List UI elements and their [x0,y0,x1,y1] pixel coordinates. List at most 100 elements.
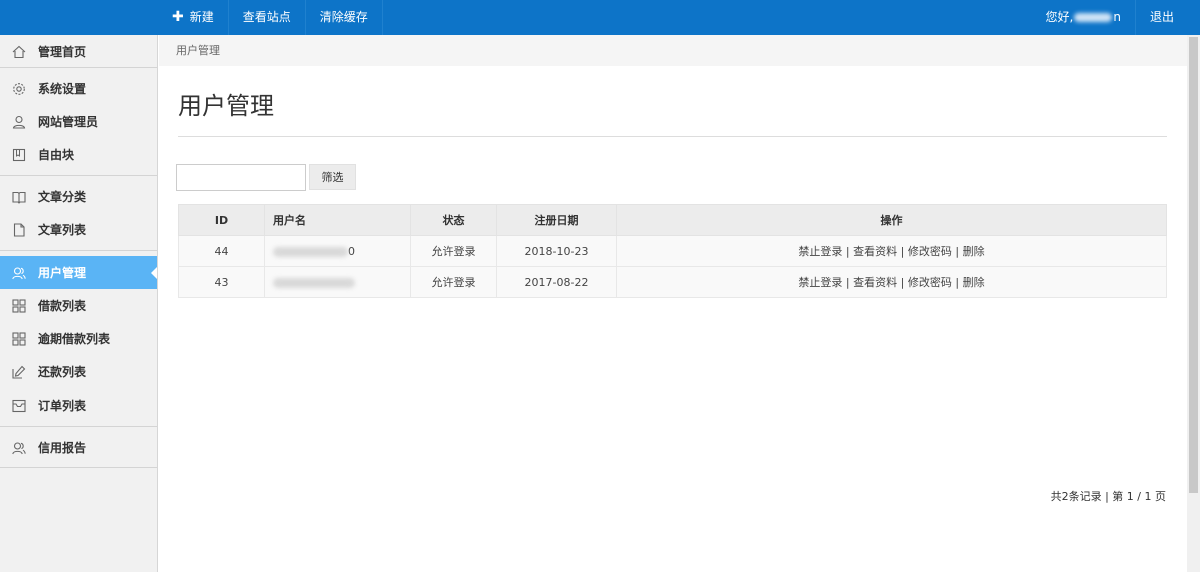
cell-username: 0 [264,235,411,267]
action-separator: | [900,276,905,289]
sidebar-item-repayment-list[interactable]: 还款列表 [0,355,157,388]
logout-button[interactable]: 退出 [1136,0,1200,35]
view-profile-link[interactable]: 查看资料 [853,276,897,289]
divider [0,67,157,68]
greeting-suffix: n [1113,10,1121,24]
change-password-link[interactable]: 修改密码 [908,245,952,258]
sidebar-item-credit-report[interactable]: 信用报告 [0,431,157,464]
action-separator: | [955,276,960,289]
new-button-label: 新建 [189,10,214,24]
username-visible-part: 0 [348,244,355,258]
top-bar: ✚ 新建 查看站点 清除缓存 您好, n 退出 [0,0,1200,35]
sidebar-item-site-admins[interactable]: 网站管理员 [0,105,157,138]
sidebar: 管理首页 系统设置 网站管理员 自由块 文章分类 文章列表 用户管理 借款列表 … [0,35,158,572]
clear-cache-button[interactable]: 清除缓存 [306,0,383,35]
cell-reg-date: 2018-10-23 [496,235,617,267]
filter-input[interactable] [176,164,306,191]
home-icon [12,45,26,58]
clear-cache-label: 清除缓存 [319,10,368,24]
column-header-actions: 操作 [616,204,1167,236]
sidebar-item-label: 文章列表 [38,223,87,237]
column-header-id: ID [178,204,265,236]
sidebar-item-label: 网站管理员 [38,115,99,129]
column-header-status: 状态 [410,204,497,236]
new-button[interactable]: ✚ 新建 [158,0,229,35]
table-header-row: ID 用户名 状态 注册日期 操作 [178,204,1167,236]
change-password-link[interactable]: 修改密码 [908,276,952,289]
cell-actions: 禁止登录 | 查看资料 | 修改密码 | 删除 [616,266,1167,298]
pagination-info: 共2条记录 | 第 1 / 1 页 [1050,490,1166,503]
divider [0,250,157,251]
ban-login-link[interactable]: 禁止登录 [798,245,842,258]
sidebar-item-loan-list[interactable]: 借款列表 [0,289,157,322]
view-site-button[interactable]: 查看站点 [229,0,306,35]
divider [0,175,157,176]
sidebar-item-label: 自由块 [38,148,75,162]
sidebar-item-free-blocks[interactable]: 自由块 [0,138,157,171]
page-title: 用户管理 [178,92,274,120]
action-separator: | [955,245,960,258]
sidebar-item-label: 系统设置 [38,82,87,96]
cell-id: 44 [178,235,265,267]
sidebar-item-label: 借款列表 [38,299,87,313]
scrollbar-thumb[interactable] [1189,37,1198,493]
cell-username [264,266,411,298]
sidebar-item-article-list[interactable]: 文章列表 [0,213,157,246]
sidebar-item-label: 用户管理 [38,266,87,280]
breadcrumb: 用户管理 [159,35,1187,66]
delete-link[interactable]: 删除 [963,245,985,258]
action-separator: | [845,276,850,289]
view-profile-link[interactable]: 查看资料 [853,245,897,258]
plus-icon: ✚ [172,9,184,25]
users-icon [12,266,26,279]
cell-status: 允许登录 [410,235,497,267]
username-blurred [273,277,355,288]
action-separator: | [900,245,905,258]
sidebar-item-label: 订单列表 [38,399,87,413]
block-icon [12,148,26,161]
grid-icon [12,331,26,346]
column-header-reg-date: 注册日期 [496,204,617,236]
username-blurred [273,246,348,257]
table-row: 43 允许登录 2017-08-22 禁止登录 | 查看资料 | 修改密码 | … [178,266,1167,298]
divider [178,136,1167,137]
cell-status: 允许登录 [410,266,497,298]
book-icon [12,191,26,204]
sidebar-item-user-management[interactable]: 用户管理 [0,256,157,289]
sidebar-item-label: 管理首页 [38,45,87,59]
sidebar-item-label: 文章分类 [38,190,87,204]
cell-reg-date: 2017-08-22 [496,266,617,298]
logo-area [0,0,158,35]
grid-icon [12,298,26,313]
sidebar-item-overdue-loans[interactable]: 逾期借款列表 [0,322,157,355]
sidebar-item-article-categories[interactable]: 文章分类 [0,180,157,213]
cell-actions: 禁止登录 | 查看资料 | 修改密码 | 删除 [616,235,1167,267]
user-icon [12,115,26,129]
cell-id: 43 [178,266,265,298]
sidebar-item-label: 信用报告 [38,441,87,455]
document-icon [13,222,25,237]
edit-icon [12,365,26,379]
view-site-label: 查看站点 [242,10,291,24]
username-blurred [1074,13,1113,22]
inbox-icon [12,399,26,412]
greeting: 您好, n [1032,0,1136,35]
sidebar-item-label: 逾期借款列表 [38,332,111,346]
divider [0,426,157,427]
column-header-username: 用户名 [264,204,411,236]
sidebar-item-home[interactable]: 管理首页 [0,35,157,68]
delete-link[interactable]: 删除 [963,276,985,289]
ban-login-link[interactable]: 禁止登录 [798,276,842,289]
divider [0,467,157,468]
top-nav: ✚ 新建 查看站点 清除缓存 [158,0,383,35]
filter-button[interactable]: 筛选 [309,164,356,190]
table-row: 44 0 允许登录 2018-10-23 禁止登录 | 查看资料 | 修改密码 … [178,235,1167,267]
users-icon [12,441,26,454]
greeting-text: 您好, [1045,10,1074,24]
user-area: 您好, n 退出 [1032,0,1200,35]
sidebar-item-order-list[interactable]: 订单列表 [0,389,157,422]
gear-icon [13,82,25,95]
sidebar-item-system-settings[interactable]: 系统设置 [0,72,157,105]
sidebar-item-label: 还款列表 [38,365,87,379]
user-table: ID 用户名 状态 注册日期 操作 44 0 允许登录 2018-10-23 禁… [178,204,1167,298]
